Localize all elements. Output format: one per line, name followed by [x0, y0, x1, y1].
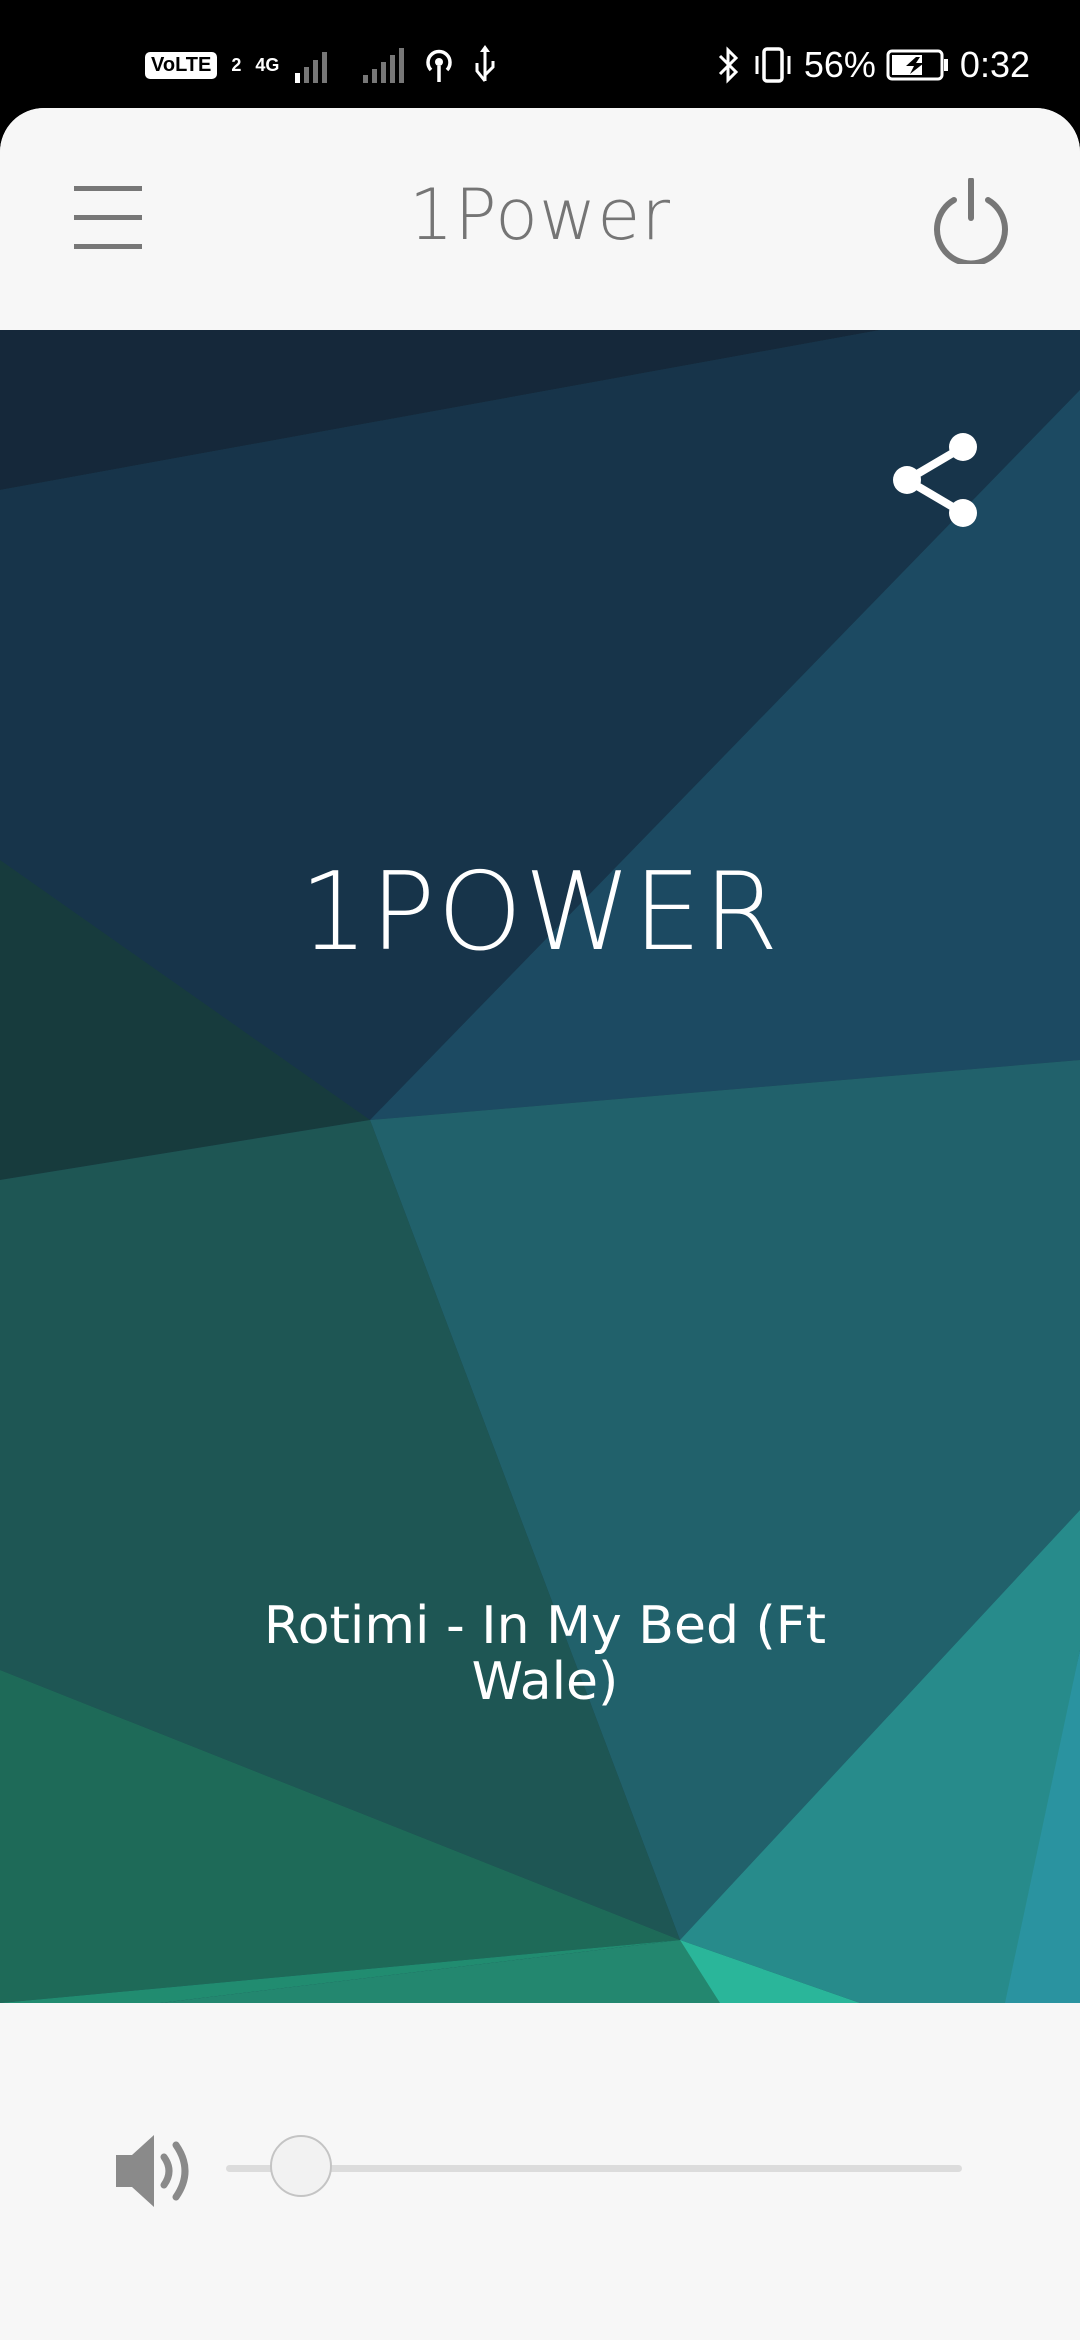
clock: 0:32 [959, 44, 1030, 85]
volume-slider-track[interactable] [226, 2165, 962, 2172]
volume-bar [0, 2003, 1080, 2340]
signal-icon [363, 48, 405, 83]
volume-slider[interactable] [226, 2133, 962, 2203]
power-icon[interactable] [930, 177, 1012, 267]
status-bar-right: 56% 0:32 [716, 42, 1030, 88]
battery-percent: 56% [803, 44, 876, 85]
app-screen: 1Power 1POWER Rotimi - In My Bed (Ft Wal… [0, 108, 1080, 2340]
network-type-label: 4G [255, 55, 280, 75]
volume-slider-thumb[interactable] [269, 2135, 332, 2197]
battery-charging-icon [886, 49, 948, 81]
sim-slot-label: 2 [231, 54, 242, 75]
top-app-bar: 1Power [0, 108, 1080, 330]
status-bar-left: VoLTE 2 4G [145, 42, 499, 88]
app-title: 1Power [408, 174, 672, 256]
vibrate-icon [755, 47, 791, 83]
now-playing-artwork: 1POWER Rotimi - In My Bed (Ft Wale) [0, 330, 1080, 2003]
hotspot-icon [426, 49, 453, 82]
usb-icon [475, 45, 495, 82]
speaker-icon[interactable] [112, 2131, 200, 2211]
volte-icon: VoLTE [145, 51, 218, 79]
bluetooth-icon [718, 46, 738, 84]
station-name: 1POWER [299, 850, 781, 975]
share-icon[interactable] [885, 425, 985, 535]
track-title: Rotimi - In My Bed (Ft Wale) [263, 1596, 827, 1712]
polygon-background [0, 330, 1080, 2003]
signal-icon [295, 52, 328, 83]
